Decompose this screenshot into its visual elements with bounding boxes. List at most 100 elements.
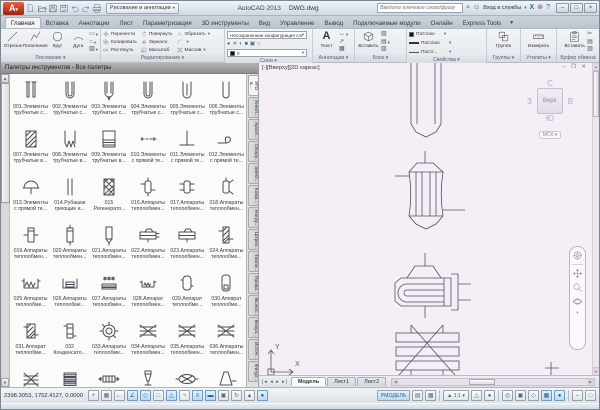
- toggle-quick-properties[interactable]: ↻: [231, 390, 242, 401]
- help-icon[interactable]: ?: [546, 3, 550, 13]
- palette-item-034[interactable]: 034.Аппаратытеплообмен...: [129, 316, 168, 364]
- orbit-icon[interactable]: [572, 296, 583, 307]
- viewcube-south[interactable]: Ю: [521, 114, 579, 123]
- palette-item-007[interactable]: 007.Элементытрубчатые в...: [11, 124, 50, 172]
- zoom-status-icon[interactable]: ◇: [528, 390, 539, 401]
- match-properties-icon[interactable]: ▥: [587, 46, 593, 53]
- fillet-button[interactable]: ▾: [177, 38, 210, 46]
- layer-half-icon[interactable]: ◐: [239, 40, 242, 48]
- ribbon-tab-Управление[interactable]: Управление: [275, 18, 319, 28]
- viewport-hscrollbar[interactable]: ◀ ▶: [391, 378, 595, 386]
- save-icon[interactable]: [48, 3, 58, 14]
- hardware-icon[interactable]: ▦: [541, 390, 552, 401]
- scroll-down-arrow[interactable]: ▼: [1, 378, 9, 387]
- model-icon[interactable]: ▦: [425, 390, 436, 401]
- palette-item-023[interactable]: 023.Аппаратытеплообмен...: [168, 220, 207, 268]
- minimize-button[interactable]: –: [556, 3, 569, 13]
- toggle-annotation-monitor[interactable]: ●: [257, 390, 268, 401]
- toggle-snap[interactable]: +: [88, 390, 99, 401]
- palette-item-018[interactable]: 018.Аппаратытеплообмен...: [207, 172, 246, 220]
- palette-item-014[interactable]: 014.Рубашкигреющие и...: [50, 172, 89, 220]
- ribbon-tab-3D инструменты[interactable]: 3D инструменты: [197, 18, 254, 28]
- toggle-grid[interactable]: ▦: [101, 390, 112, 401]
- array-button[interactable]: Массив▾: [177, 46, 210, 54]
- figure-tube-element[interactable]: [411, 63, 441, 137]
- lineweight-dropdown[interactable]: ПоСлою▾: [409, 39, 484, 47]
- toggle-3d-osnap[interactable]: □: [153, 390, 164, 401]
- layer-dropdown[interactable]: 0▾: [227, 49, 307, 57]
- palette-item-028[interactable]: 028.Аппараттеплообмен...: [129, 268, 168, 316]
- dimension-icon[interactable]: ↔ ▾: [339, 31, 348, 38]
- palette-item-001[interactable]: 001.Элементытрубчатые с...: [11, 76, 50, 124]
- figure-fragment[interactable]: [545, 362, 559, 375]
- workspace-switcher[interactable]: Рисование и аннотации ▾: [106, 3, 179, 14]
- palette-tab-10[interactable]: Прива...: [248, 273, 258, 294]
- viewcube-west[interactable]: З: [527, 97, 532, 106]
- palette-item-009[interactable]: 009.Элементытрубчатые в...: [89, 124, 128, 172]
- layer-state-dropdown[interactable]: Несохраненная конфигурация сло...▾: [227, 31, 307, 39]
- hscroll-left[interactable]: ◀: [392, 379, 399, 385]
- tab-Модель[interactable]: Модель: [291, 377, 326, 386]
- new-file-icon[interactable]: [26, 3, 36, 14]
- rotate-button[interactable]: Повернуть: [141, 30, 173, 38]
- mirror-button[interactable]: Зеркало: [141, 38, 173, 46]
- palette-item-015[interactable]: 015.Регенерато...: [89, 172, 128, 220]
- toggle-ortho[interactable]: ∟: [114, 390, 125, 401]
- palette-tab-11[interactable]: Вынос...: [248, 295, 258, 316]
- save-as-icon[interactable]: [59, 3, 69, 14]
- copy-button[interactable]: Копировать: [103, 38, 137, 46]
- panel-modify-label[interactable]: Редактирование ▾: [101, 54, 224, 62]
- annotation-scale-button[interactable]: ▲ 1:1 ▾: [443, 390, 469, 401]
- search-input[interactable]: [377, 3, 463, 13]
- toggle-osnap[interactable]: ◇: [140, 390, 151, 401]
- palette-item-033[interactable]: 033.Аппаратытеплообме...: [89, 316, 128, 364]
- toggle-lwt[interactable]: ▬: [205, 390, 216, 401]
- layer-tools-row[interactable]: ●☀◐■▣○: [227, 40, 310, 48]
- layer-iso-icon[interactable]: ○: [257, 40, 260, 48]
- palette-item-008[interactable]: 008.Элементытрубчатые в...: [50, 124, 89, 172]
- rectangle-icon[interactable]: ▭ ▾: [89, 31, 98, 38]
- paste-button[interactable]: Вставить: [563, 30, 586, 54]
- ellipse-icon[interactable]: ○ ▾: [89, 39, 98, 46]
- layer-color-icon[interactable]: ▣: [250, 40, 255, 48]
- hatch-icon[interactable]: ▨ ▾: [89, 46, 98, 53]
- palette-item-031[interactable]: 031.Аппараттеплообме...: [11, 316, 50, 364]
- palette-scrollbar[interactable]: ▲ ▼: [1, 74, 10, 387]
- vscroll-up[interactable]: ▲: [593, 63, 599, 71]
- palette-item-005[interactable]: 005.Элементытрубчатые с...: [168, 76, 207, 124]
- model-space-button[interactable]: РМОДЕЛЬ: [377, 390, 410, 401]
- palette-item-030[interactable]: 030.Аппараттеплообме...: [207, 268, 246, 316]
- full-navigation-wheel-icon[interactable]: [572, 250, 583, 261]
- figure-air-cooled-exchanger-section[interactable]: [396, 325, 459, 375]
- ribbon-tab-Вставка[interactable]: Вставка: [41, 18, 74, 28]
- panel-draw-label[interactable]: Рисование ▾: [1, 54, 100, 62]
- ribbon-tab-Онлайн[interactable]: Онлайн: [426, 18, 458, 28]
- ribbon-tab-Express Tools[interactable]: Express Tools: [458, 18, 506, 28]
- viewport-controls-label[interactable]: [-][Вверху][2D каркас]: [262, 65, 320, 71]
- palette-tab-5[interactable]: Элект...: [248, 163, 258, 184]
- pan-icon[interactable]: [572, 268, 583, 279]
- circle-button[interactable]: Круг: [48, 30, 68, 54]
- tool-palette-title[interactable]: Палитры инструментов - Все палитры: [1, 63, 258, 74]
- layer-on-icon[interactable]: ●: [227, 40, 230, 48]
- measure-button[interactable]: Измерить: [527, 30, 550, 54]
- hscroll-thumb[interactable]: [469, 379, 495, 385]
- trim-button[interactable]: Обрезать▾: [177, 30, 210, 38]
- navigation-bar[interactable]: ▾: [569, 246, 586, 350]
- layout-tab-nav-arrows[interactable]: |◂ ◂ ▸ ▸|: [259, 379, 291, 385]
- signin-link[interactable]: Вход в службы: [483, 5, 521, 11]
- maximize-button[interactable]: □: [570, 3, 583, 13]
- palette-item-003[interactable]: 003.Элементытрубчатые с...: [89, 76, 128, 124]
- user-icon[interactable]: ☺: [473, 3, 480, 13]
- palette-item[interactable]: [89, 364, 128, 387]
- group-button[interactable]: Группа: [492, 30, 515, 54]
- communication-icon[interactable]: ⊚: [537, 3, 543, 13]
- performance-icon[interactable]: ●: [554, 390, 565, 401]
- table-icon[interactable]: ▦: [339, 46, 348, 53]
- palette-tab-6[interactable]: Кома...: [248, 185, 258, 206]
- palette-tab-8[interactable]: Штрих...: [248, 229, 258, 250]
- palette-item[interactable]: [50, 364, 89, 387]
- line-button[interactable]: Отрезок: [3, 30, 23, 54]
- palette-tab-3[interactable]: Архит...: [248, 119, 258, 140]
- attributes-icon[interactable]: ▥: [381, 46, 390, 53]
